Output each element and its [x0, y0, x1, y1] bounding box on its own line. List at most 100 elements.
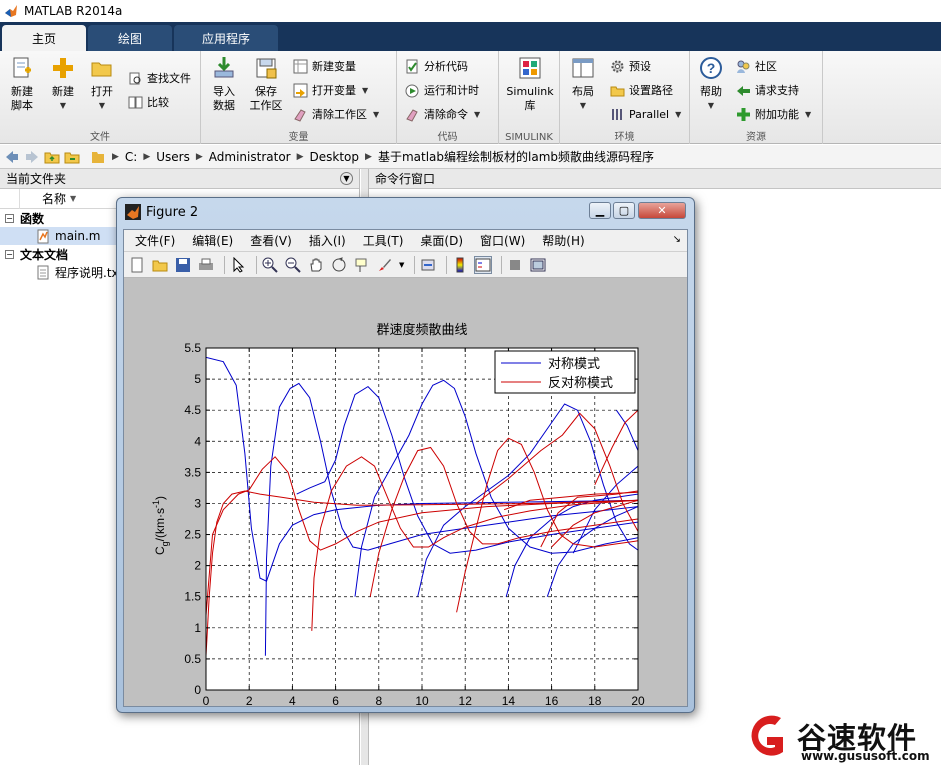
- group-variable: 导入 数据 保存 工作区 新建变量 打开变量 ▼ 清除工作区 ▼ 变量: [201, 51, 397, 144]
- y-axis-label: Cg/(km·s-1): [151, 496, 170, 555]
- find-files-button[interactable]: 查找文件: [128, 69, 191, 87]
- request-support-button[interactable]: 请求支持: [736, 81, 799, 99]
- open-file-icon[interactable]: [151, 256, 169, 274]
- minimize-button[interactable]: ▁: [589, 202, 611, 219]
- run-and-time-button[interactable]: 运行和计时: [405, 81, 479, 99]
- menu-edit[interactable]: 编辑(E): [192, 232, 233, 249]
- save-icon[interactable]: [174, 256, 192, 274]
- current-folder-header: 当前文件夹 ▼: [0, 169, 359, 189]
- brush-icon[interactable]: [376, 256, 394, 274]
- x-tick-label: 10: [415, 694, 429, 706]
- tab-apps-label: 应用程序: [201, 31, 250, 46]
- set-path-button[interactable]: 设置路径: [610, 81, 673, 99]
- toolbar-separator: [446, 255, 448, 274]
- pointer-icon[interactable]: [229, 256, 247, 274]
- simulink-library-icon: [519, 57, 541, 79]
- gear-icon: [611, 60, 624, 72]
- dispersion-chart[interactable]: 0 2 4 6 8 10 12 14 16 18 20 0 0.5 1 1.5 2 2.5 3 3.5 4 4.5 5 5.…: [124, 279, 687, 727]
- crumb-administrator[interactable]: Administrator: [209, 150, 291, 164]
- pan-hand-icon[interactable]: [307, 256, 325, 274]
- x-tick-label: 14: [502, 694, 516, 706]
- legend-label: 反对称模式: [548, 375, 613, 390]
- analyze-code-button[interactable]: 分析代码: [405, 57, 468, 75]
- parallel-dropdown-icon: ▼: [675, 109, 682, 119]
- menu-view[interactable]: 查看(V): [250, 232, 292, 249]
- new-script-icon: [13, 57, 31, 78]
- figure-toolbar: ▼: [124, 252, 687, 278]
- y-tick-label: 0.5: [184, 652, 201, 666]
- tab-home[interactable]: 主页: [2, 25, 86, 51]
- y-tick-label: 2.5: [184, 528, 201, 542]
- matlab-logo-icon: [5, 5, 17, 17]
- figure-window[interactable]: Figure 2 ▁ ▢ ✕ 文件(F) 编辑(E) 查看(V) 插入(I) 工…: [116, 197, 695, 727]
- legend-icon[interactable]: [474, 255, 493, 274]
- tab-plots[interactable]: 绘图: [88, 25, 172, 51]
- compare-button[interactable]: 比较: [128, 93, 169, 111]
- community-button[interactable]: 社区: [736, 57, 777, 75]
- menu-desktop[interactable]: 桌面(D): [420, 232, 463, 249]
- import-data-button[interactable]: 导入 数据: [209, 55, 239, 113]
- print-icon[interactable]: [197, 256, 215, 274]
- rotate-3d-icon[interactable]: [330, 256, 348, 274]
- preferences-button[interactable]: 预设: [610, 57, 651, 75]
- back-arrow-icon[interactable]: [4, 149, 20, 165]
- data-cursor-icon[interactable]: [353, 256, 371, 274]
- crumb-users[interactable]: Users: [156, 150, 190, 164]
- menu-tools[interactable]: 工具(T): [363, 232, 404, 249]
- up-folder-icon[interactable]: [44, 149, 60, 165]
- simulink-library-button[interactable]: Simulink 库: [505, 55, 555, 113]
- menu-file[interactable]: 文件(F): [135, 232, 175, 249]
- preferences-label: 预设: [629, 60, 651, 73]
- add-ons-label: 附加功能: [755, 108, 799, 121]
- new-script-button[interactable]: 新建 脚本: [6, 55, 38, 113]
- crumb-separator: ▶: [195, 151, 203, 162]
- layout-button[interactable]: 布局 ▼: [566, 55, 600, 113]
- layout-label: 布局: [572, 85, 594, 98]
- new-script-label: 新建 脚本: [11, 85, 33, 112]
- add-ons-button[interactable]: 附加功能 ▼: [736, 105, 811, 123]
- collapse-toggle-icon[interactable]: −: [5, 213, 14, 223]
- crumb-desktop[interactable]: Desktop: [310, 150, 360, 164]
- link-plot-icon[interactable]: [419, 256, 437, 274]
- menu-window[interactable]: 窗口(W): [480, 232, 525, 249]
- section-functions-label: 函数: [20, 211, 45, 226]
- sort-arrow-icon[interactable]: ▼: [70, 194, 76, 203]
- crumb-separator: ▶: [143, 151, 151, 162]
- tab-apps[interactable]: 应用程序: [174, 25, 278, 51]
- clear-commands-button[interactable]: 清除命令 ▼: [405, 105, 480, 123]
- new-variable-button[interactable]: 新建变量: [293, 57, 356, 75]
- zoom-out-icon[interactable]: [284, 256, 302, 274]
- open-button[interactable]: 打开 ▼: [87, 55, 117, 113]
- compare-label: 比较: [147, 96, 169, 109]
- hide-plot-tools-icon[interactable]: [506, 256, 524, 274]
- close-button[interactable]: ✕: [638, 202, 686, 219]
- y-tick-label: 3: [194, 496, 201, 510]
- brush-dropdown-icon[interactable]: ▼: [399, 261, 404, 269]
- matlab-figure-icon: [125, 204, 141, 220]
- clear-workspace-button[interactable]: 清除工作区 ▼: [293, 105, 379, 123]
- browse-folder-icon[interactable]: [64, 149, 80, 165]
- save-workspace-button[interactable]: 保存 工作区: [247, 55, 285, 113]
- open-variable-button[interactable]: 打开变量 ▼: [293, 81, 368, 99]
- collapse-toggle-icon[interactable]: −: [5, 249, 14, 259]
- panel-actions-icon[interactable]: ▼: [340, 172, 353, 185]
- colorbar-icon[interactable]: [451, 256, 469, 274]
- menu-help[interactable]: 帮助(H): [542, 232, 584, 249]
- zoom-in-icon[interactable]: [261, 256, 279, 274]
- forward-arrow-icon[interactable]: [24, 149, 40, 165]
- crumb-drive[interactable]: C:: [125, 150, 137, 164]
- help-button[interactable]: ? 帮助 ▼: [696, 55, 726, 113]
- new-button[interactable]: 新建 ▼: [48, 55, 78, 113]
- dock-arrow-icon[interactable]: ↘: [673, 234, 681, 245]
- maximize-button[interactable]: ▢: [613, 202, 635, 219]
- menu-insert[interactable]: 插入(I): [309, 232, 346, 249]
- column-name-header[interactable]: 名称: [42, 190, 66, 207]
- parallel-button[interactable]: Parallel ▼: [610, 105, 681, 123]
- section-text-docs-label: 文本文档: [20, 247, 69, 262]
- x-tick-label: 8: [375, 694, 382, 706]
- import-data-icon: [214, 57, 234, 78]
- crumb-project-folder[interactable]: 基于matlab编程绘制板材的lamb频散曲线源码程序: [378, 148, 654, 165]
- toolbar-separator: [414, 255, 416, 274]
- new-figure-icon[interactable]: [128, 256, 146, 274]
- show-plot-tools-icon[interactable]: [529, 256, 547, 274]
